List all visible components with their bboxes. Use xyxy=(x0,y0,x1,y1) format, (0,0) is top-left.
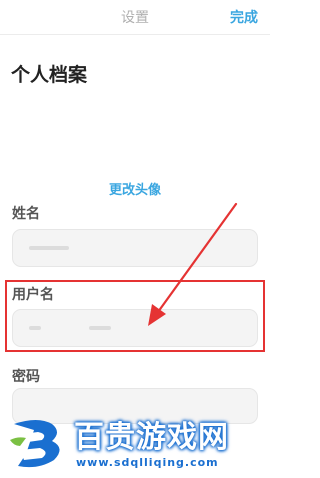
name-field[interactable] xyxy=(12,229,258,267)
watermark-name: 百贵游戏网 xyxy=(74,420,229,455)
done-button[interactable]: 完成 xyxy=(230,7,258,27)
name-label: 姓名 xyxy=(12,206,40,222)
navigation-bar: 设置 完成 xyxy=(0,0,270,34)
username-highlight-box xyxy=(5,280,265,352)
watermark-logo-icon xyxy=(10,420,60,468)
settings-screen: 设置 完成 个人档案 更改头像 姓名 用户名 密码 百贵游戏网 www.sdql… xyxy=(0,0,270,478)
navbar-divider xyxy=(0,34,270,35)
redacted-value xyxy=(29,246,69,250)
site-watermark: 百贵游戏网 www.sdqlliqing.com xyxy=(8,410,270,478)
page-title: 个人档案 xyxy=(11,64,88,86)
change-avatar-button[interactable]: 更改头像 xyxy=(0,179,270,198)
watermark-url: www.sdqlliqing.com xyxy=(76,456,219,469)
password-label: 密码 xyxy=(12,369,40,385)
